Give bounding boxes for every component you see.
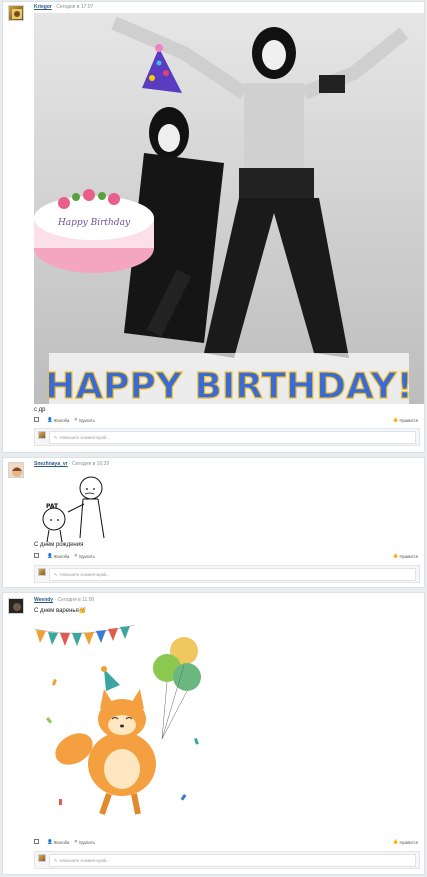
cake-text: Happy Birthday xyxy=(57,218,131,228)
post-actions: 👤 Жалоба ✕ Удалить 👍 Нравится xyxy=(34,838,418,846)
post-kriegor: Kriegor · Сегодня в 17:07 Happy Birthday… xyxy=(2,1,425,453)
select-checkbox[interactable] xyxy=(34,839,39,844)
pencil-icon: ✎ xyxy=(54,572,58,577)
thumb-up-icon: 👍 xyxy=(392,839,399,844)
comment-row: ✎ Напишите комментарий... xyxy=(34,565,420,583)
user-icon: 👤 xyxy=(47,839,53,844)
post-header: Snezhnaya_vr · Сегодня в 10:29 xyxy=(34,461,109,467)
author-link[interactable]: Kriegor xyxy=(34,4,52,10)
post-text: с др xyxy=(34,407,46,413)
author-link[interactable]: Weendy xyxy=(34,597,53,603)
close-icon: ✕ xyxy=(74,417,78,422)
delete-button[interactable]: ✕ Удалить xyxy=(74,839,95,845)
post-snezhnaya: Snezhnaya_vr · Сегодня в 10:29 PAT С дне… xyxy=(2,457,425,588)
delete-button[interactable]: ✕ Удалить xyxy=(74,553,95,559)
avatar xyxy=(38,431,46,439)
like-button[interactable]: 👍 Нравится xyxy=(393,417,418,423)
banner-text: HAPPY BIRTHDAY! xyxy=(45,366,413,404)
like-button[interactable]: 👍 Нравится xyxy=(393,839,418,845)
post-header: Kriegor · Сегодня в 17:07 xyxy=(34,4,93,10)
avatar[interactable] xyxy=(8,598,24,614)
post-image[interactable]: Happy Birthday HAPPY BIRTHDAY! xyxy=(34,13,424,404)
thumb-up-icon: 👍 xyxy=(392,553,399,558)
post-header: Weendy · Сегодня в 11:00 xyxy=(34,597,94,603)
sketch-label: PAT xyxy=(46,503,59,510)
post-text: С днем рождения xyxy=(34,542,84,548)
pencil-icon: ✎ xyxy=(54,858,58,863)
report-button[interactable]: 👤 Жалоба xyxy=(47,417,69,423)
timestamp: · Сегодня в 17:07 xyxy=(53,4,94,10)
close-icon: ✕ xyxy=(74,839,78,844)
select-checkbox[interactable] xyxy=(34,553,39,558)
pencil-icon: ✎ xyxy=(54,435,58,440)
avatar[interactable] xyxy=(8,5,24,21)
delete-button[interactable]: ✕ Удалить xyxy=(74,417,95,423)
comment-input[interactable]: ✎ Напишите комментарий... xyxy=(49,568,416,581)
post-actions: 👤 Жалоба ✕ Удалить 👍 Нравится xyxy=(34,416,418,424)
post-text: С днем варенья🥳 xyxy=(34,608,87,614)
post-actions: 👤 Жалоба ✕ Удалить 👍 Нравится xyxy=(34,552,418,560)
avatar xyxy=(38,568,46,576)
author-link[interactable]: Snezhnaya_vr xyxy=(34,461,68,467)
like-button[interactable]: 👍 Нравится xyxy=(393,553,418,559)
user-icon: 👤 xyxy=(47,417,53,422)
select-checkbox[interactable] xyxy=(34,417,39,422)
comment-input[interactable]: ✎ Напишите комментарий... xyxy=(49,854,416,867)
post-image[interactable] xyxy=(34,619,214,829)
comment-row: ✎ Напишите комментарий... xyxy=(34,428,420,446)
avatar xyxy=(38,854,46,862)
report-button[interactable]: 👤 Жалоба xyxy=(47,839,69,845)
report-button[interactable]: 👤 Жалоба xyxy=(47,553,69,559)
user-icon: 👤 xyxy=(47,553,53,558)
post-weendy: Weendy · Сегодня в 11:00 С днем варенья🥳 xyxy=(2,592,425,875)
close-icon: ✕ xyxy=(74,553,78,558)
comment-row: ✎ Напишите комментарий... xyxy=(34,851,420,869)
post-image[interactable]: PAT xyxy=(34,472,114,542)
thumb-up-icon: 👍 xyxy=(392,417,399,422)
avatar[interactable] xyxy=(8,462,24,478)
timestamp: · Сегодня в 10:29 xyxy=(69,461,110,467)
comment-input[interactable]: ✎ Напишите комментарий... xyxy=(49,431,416,444)
timestamp: · Сегодня в 11:00 xyxy=(54,597,95,603)
